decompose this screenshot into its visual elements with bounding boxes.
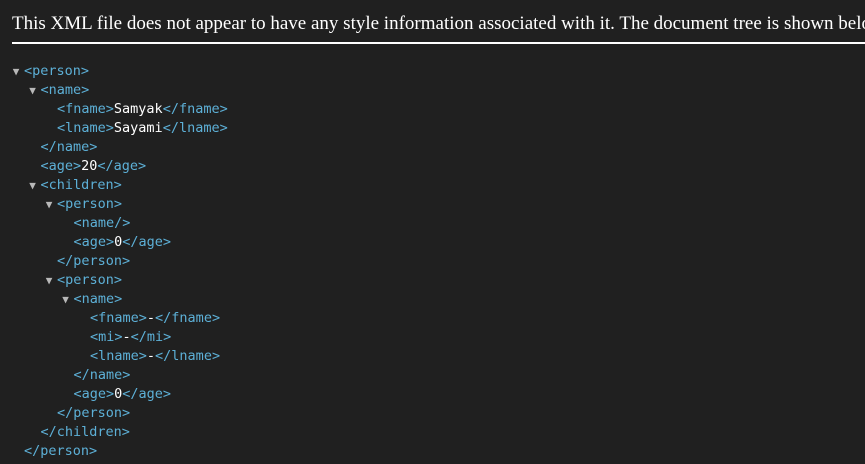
xml-tag: <person> [24,63,90,79]
xml-tag: <person> [57,272,123,288]
xml-text-value: - [122,329,131,345]
xml-text-value: - [146,310,156,326]
xml-tag: <children> [40,177,122,193]
header-divider [12,42,865,44]
xml-tag: <age> [73,234,115,250]
xml-closing-tag: </age> [122,234,172,250]
style-info-notice: This XML file does not appear to have an… [12,13,865,34]
xml-tree-line: <name> [41,81,90,100]
xml-text-value: - [146,348,156,364]
xml-tree-line: <person> [57,271,122,290]
xml-tree-line: <lname>-</lname> [90,347,220,366]
xml-closing-tag: </age> [97,158,147,174]
xml-closing-tag: </fname> [162,101,228,117]
xml-tag: <person> [57,196,123,212]
xml-tag: </children> [40,424,130,440]
xml-tag: <age> [73,386,115,402]
xml-tag: <age> [40,158,82,174]
xml-tree-line: </person> [57,252,130,271]
triangle-down-icon[interactable]: ▼ [11,62,21,81]
triangle-down-icon[interactable]: ▼ [44,271,54,290]
xml-tag: <name> [73,291,123,307]
xml-tree-line: </person> [57,404,130,423]
xml-tree-line: <mi>-</mi> [90,328,171,347]
xml-tree-line: </children> [41,423,130,442]
xml-text-value: Sayami [113,120,163,136]
xml-tree-line: <age>20</age> [41,157,147,176]
xml-tree-line: <fname>-</fname> [90,309,220,328]
xml-tree-line: <age>0</age> [74,385,172,404]
xml-tag: <name> [40,82,90,98]
xml-tree-line: <name/> [74,214,131,233]
xml-tree-line: </name> [74,366,131,385]
xml-tag: <lname> [90,348,147,364]
xml-tag: <name/> [73,215,131,231]
xml-tag: <fname> [57,101,114,117]
xml-tree-line: </person> [24,442,97,461]
triangle-down-icon[interactable]: ▼ [28,176,38,195]
xml-tree-line: <fname>Samyak</fname> [57,100,228,119]
xml-closing-tag: </lname> [162,120,228,136]
xml-tag: </name> [40,139,98,155]
triangle-down-icon[interactable]: ▼ [28,81,38,100]
xml-tree-line: <children> [41,176,122,195]
xml-tag: </name> [73,367,131,383]
xml-tree-line: <lname>Sayami</lname> [57,119,228,138]
xml-closing-tag: </mi> [130,329,172,345]
triangle-down-icon[interactable]: ▼ [61,290,71,309]
xml-tag: <fname> [90,310,147,326]
xml-text-value: 20 [81,158,98,174]
xml-tag: <lname> [57,120,114,136]
triangle-down-icon[interactable]: ▼ [44,195,54,214]
xml-tree-line: <person> [24,62,89,81]
xml-closing-tag: </age> [122,386,172,402]
xml-tag: </person> [57,405,131,421]
xml-tree-line: <person> [57,195,122,214]
xml-closing-tag: </lname> [155,348,221,364]
xml-text-value: Samyak [113,101,163,117]
xml-tree-line: </name> [41,138,98,157]
xml-tree-line: <age>0</age> [74,233,172,252]
xml-tag: </person> [24,443,98,459]
xml-tag: </person> [57,253,131,269]
xml-tag: <mi> [90,329,123,345]
xml-closing-tag: </fname> [155,310,221,326]
xml-tree-line: <name> [74,290,123,309]
